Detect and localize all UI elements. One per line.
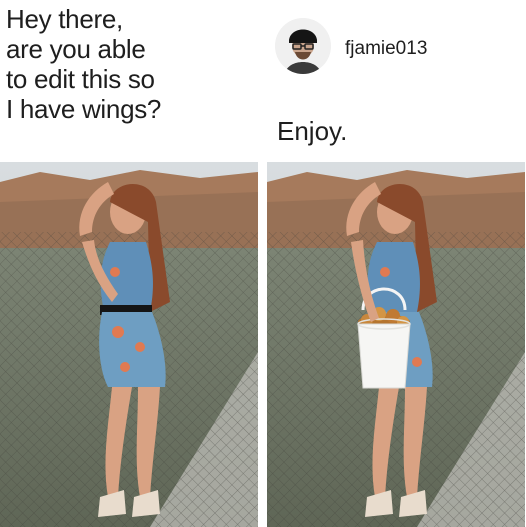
request-message: Hey there, are you able to edit this so … — [6, 4, 246, 124]
woman-photo-image — [0, 162, 258, 527]
request-line-2: are you able — [6, 34, 146, 64]
woman-with-bucket-photo-image — [267, 162, 525, 527]
edited-photo — [267, 162, 525, 527]
request-line-3: to edit this so — [6, 64, 155, 94]
reply-post: fjamie013 Enjoy. — [273, 18, 523, 148]
reply-text: Enjoy. — [277, 116, 348, 146]
username[interactable]: fjamie013 — [345, 38, 427, 60]
request-line-4: I have wings? — [6, 94, 162, 124]
request-line-1: Hey there, — [6, 4, 123, 34]
original-photo — [0, 162, 258, 527]
user-avatar-icon[interactable] — [275, 18, 331, 74]
